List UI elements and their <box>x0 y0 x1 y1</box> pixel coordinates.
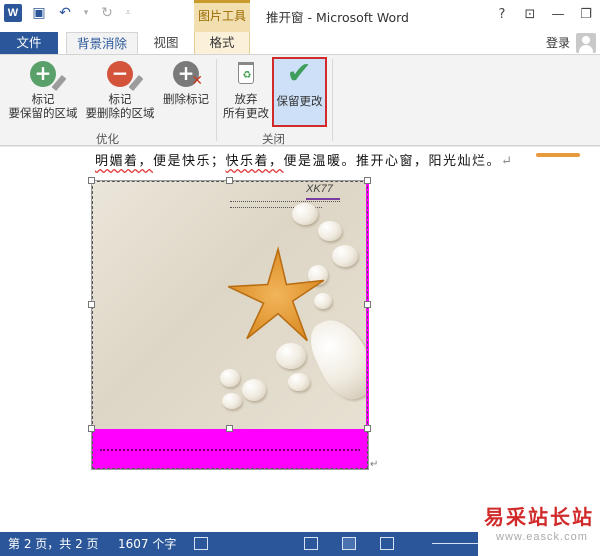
minimize-button[interactable]: — <box>544 0 572 32</box>
text-segment: 快乐着， <box>225 154 284 169</box>
mark-areas-to-remove-button[interactable]: − 标记 要删除的区域 <box>82 59 158 120</box>
image-caption: XK77 <box>306 183 333 195</box>
resize-handle[interactable] <box>226 177 233 184</box>
shell <box>220 369 240 387</box>
document-text-line[interactable]: 明媚着，便是快乐；快乐着，便是温暖。推开心窗，阳光灿烂。↵ <box>95 150 513 169</box>
tab-format[interactable]: 格式 <box>194 32 250 54</box>
shell <box>242 379 266 401</box>
resize-handle[interactable] <box>364 425 371 432</box>
customize-qat-icon[interactable]: ⩡ <box>124 4 132 22</box>
page-count[interactable]: 第 2 页，共 2 页 <box>8 532 99 556</box>
paragraph-mark-icon: ↵ <box>501 154 514 169</box>
resize-handle[interactable] <box>88 425 95 432</box>
mark-keep-label-2: 要保留的区域 <box>8 106 78 120</box>
mark-areas-to-keep-button[interactable]: + 标记 要保留的区域 <box>6 59 80 120</box>
resize-handle[interactable] <box>88 301 95 308</box>
avatar[interactable] <box>576 33 596 53</box>
site-watermark: 易采站长站 www.easck.com <box>478 497 600 556</box>
checkmark-icon: ✔ <box>286 56 312 91</box>
tab-file[interactable]: 文件 <box>0 32 58 54</box>
ribbon-tab-row: 文件 背景消除 视图 格式 登录 <box>0 32 600 54</box>
zoom-slider[interactable] <box>432 543 482 544</box>
selected-image[interactable]: XK77 <box>88 177 371 470</box>
beach-photo: XK77 <box>92 181 368 429</box>
delete-mark-label: 删除标记 <box>163 92 209 106</box>
discard-all-changes-button[interactable]: ♻ 放弃 所有更改 <box>220 59 272 120</box>
tab-background-removal[interactable]: 背景消除 <box>66 32 138 54</box>
restore-button[interactable]: ❐ <box>572 0 600 32</box>
window-controls: ? ⊡ — ❐ <box>488 0 600 32</box>
keep-changes-button[interactable]: ✔ 保留更改 <box>272 57 327 127</box>
orange-decoration <box>536 153 580 157</box>
refine-group-label: 优化 <box>96 132 119 146</box>
discard-label-1: 放弃 <box>234 92 258 106</box>
text-segment: 便是快乐； <box>153 154 226 169</box>
read-mode-icon[interactable] <box>304 537 318 550</box>
resize-handle[interactable] <box>226 425 233 432</box>
keep-changes-label: 保留更改 <box>276 94 323 108</box>
watermark-title: 易采站长站 <box>484 505 594 529</box>
text-segment: 明媚着， <box>95 154 154 169</box>
starfish <box>227 246 325 342</box>
mark-remove-label-1: 标记 <box>108 92 132 106</box>
delete-mark-icon: + ✕ <box>171 59 203 89</box>
web-layout-icon[interactable] <box>380 537 394 550</box>
tab-view[interactable]: 视图 <box>144 32 188 54</box>
caption-underline <box>306 198 340 200</box>
resize-handle[interactable] <box>88 177 95 184</box>
sign-in-link[interactable]: 登录 <box>546 33 570 53</box>
plus-pencil-icon: + <box>28 59 67 92</box>
shell <box>318 221 342 241</box>
shell <box>292 203 318 225</box>
ribbon-display-options-button[interactable]: ⊡ <box>516 0 544 32</box>
discard-label-2: 所有更改 <box>223 106 269 120</box>
help-button[interactable]: ? <box>488 0 516 32</box>
group-divider <box>216 59 217 141</box>
shell <box>332 245 358 267</box>
proofing-icon[interactable] <box>194 537 208 550</box>
close-group-label: 关闭 <box>262 132 285 146</box>
recycle-bin-icon: ♻ <box>231 59 261 89</box>
picture-tools-header: 图片工具 <box>194 0 250 32</box>
save-icon[interactable]: ▣ <box>30 4 48 22</box>
ribbon: + 标记 要保留的区域 − 标记 要删除的区域 + ✕ 删除标记 优化 ♻ 放弃 … <box>0 54 600 146</box>
resize-handle[interactable] <box>364 177 371 184</box>
minus-pencil-icon: − <box>105 59 144 92</box>
document-canvas[interactable]: 明媚着，便是快乐；快乐着，便是温暖。推开心窗，阳光灿烂。↵ XK77 ↵ <box>0 147 600 532</box>
undo-icon[interactable]: ↶ <box>56 4 74 22</box>
mark-remove-label-2: 要删除的区域 <box>85 106 155 120</box>
delete-mark-button[interactable]: + ✕ 删除标记 <box>160 59 212 106</box>
watermark-url: www.easck.com <box>496 531 588 543</box>
group-divider <box>332 59 333 141</box>
resize-handle[interactable] <box>364 301 371 308</box>
dropdown-icon[interactable]: ▾ <box>82 4 90 22</box>
paragraph-mark-icon: ↵ <box>370 459 379 470</box>
shell <box>288 373 310 391</box>
quick-access-toolbar: W ▣ ↶ ▾ ↻ ⩡ <box>4 4 132 22</box>
word-logo-icon[interactable]: W <box>4 4 22 22</box>
removed-text-line <box>100 449 360 451</box>
redo-icon[interactable]: ↻ <box>98 4 116 22</box>
print-layout-icon[interactable] <box>342 537 356 550</box>
document-title: 推开窗 - Microsoft Word <box>266 10 409 25</box>
text-segment: 便是温暖。推开心窗，阳光灿烂。 <box>283 154 502 169</box>
tiny-text-line <box>230 201 340 202</box>
title-bar: W ▣ ↶ ▾ ↻ ⩡ 图片工具 推开窗 - Microsoft Word ? … <box>0 0 600 32</box>
shell <box>222 393 242 409</box>
mark-keep-label-1: 标记 <box>31 92 55 106</box>
word-count[interactable]: 1607 个字 <box>118 532 176 556</box>
